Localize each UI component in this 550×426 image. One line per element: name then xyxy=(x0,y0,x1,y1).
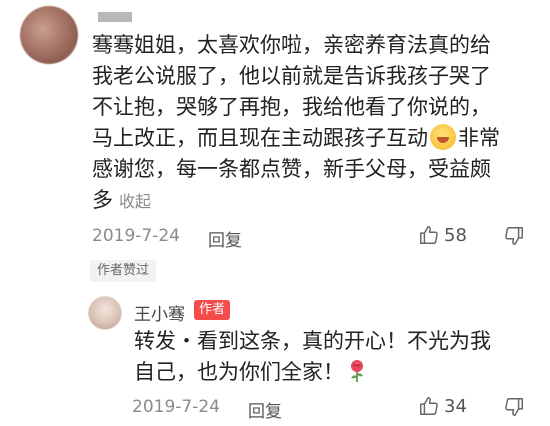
reply-line-text: 自己，也为你们全家！ xyxy=(134,360,344,384)
author-name[interactable]: 王小骞 xyxy=(134,300,185,325)
comment-line: 骞骞姐姐，太喜欢你啦，亲密养育法真的给 xyxy=(92,33,491,57)
comment-line: 多收起 xyxy=(92,185,522,217)
author-badge: 作者 xyxy=(194,300,231,320)
commenter-username-redacted[interactable] xyxy=(98,12,132,22)
comment-dislike-button[interactable] xyxy=(503,225,525,251)
reply-reply-button[interactable]: 回复 xyxy=(248,397,282,422)
reply-like-button[interactable]: 34 xyxy=(418,395,467,417)
reply-dislike-button[interactable] xyxy=(503,396,525,422)
comment-like-count: 58 xyxy=(444,224,467,246)
thumb-up-icon xyxy=(420,226,438,244)
comment-reply-button[interactable]: 回复 xyxy=(208,226,242,251)
reply-line: 自己，也为你们全家！ xyxy=(134,357,524,388)
comment-line-text: 马上改正，而且现在主动跟孩子互动 xyxy=(92,126,428,150)
comment-line: 我老公说服了，他以前就是告诉我孩子哭了 xyxy=(92,64,491,88)
author-liked-badge: 作者赞过 xyxy=(90,260,157,282)
thumb-down-icon xyxy=(505,398,523,416)
reply-line: 转发・看到这条，真的开心！不光为我 xyxy=(134,329,491,353)
comment-like-button[interactable]: 58 xyxy=(418,224,467,246)
reply-like-count: 34 xyxy=(444,395,467,417)
collapse-button[interactable]: 收起 xyxy=(119,192,151,211)
comment-line-text: 多 xyxy=(92,188,113,212)
reply-body: 转发・看到这条，真的开心！不光为我 自己，也为你们全家！ xyxy=(134,326,524,388)
comment-body: 骞骞姐姐，太喜欢你啦，亲密养育法真的给 我老公说服了，他以前就是告诉我孩子哭了 … xyxy=(92,30,522,217)
commenter-avatar[interactable] xyxy=(20,6,78,64)
comment-line: 不让抱，哭够了再抱，我给他看了你说的， xyxy=(92,95,491,119)
reply-date: 2019-7-24 xyxy=(132,397,220,417)
rose-icon xyxy=(351,360,363,382)
laughing-emoji-icon xyxy=(430,124,456,150)
author-avatar[interactable] xyxy=(88,296,122,330)
comment-date: 2019-7-24 xyxy=(92,226,180,246)
thumb-up-icon xyxy=(420,397,438,415)
thumb-down-icon xyxy=(505,227,523,245)
comment-line-text: 非常 xyxy=(458,126,500,150)
comment-line: 感谢您，每一条都点赞，新手父母，受益颇 xyxy=(92,157,491,181)
comment-line: 马上改正，而且现在主动跟孩子互动 非常 xyxy=(92,123,522,154)
